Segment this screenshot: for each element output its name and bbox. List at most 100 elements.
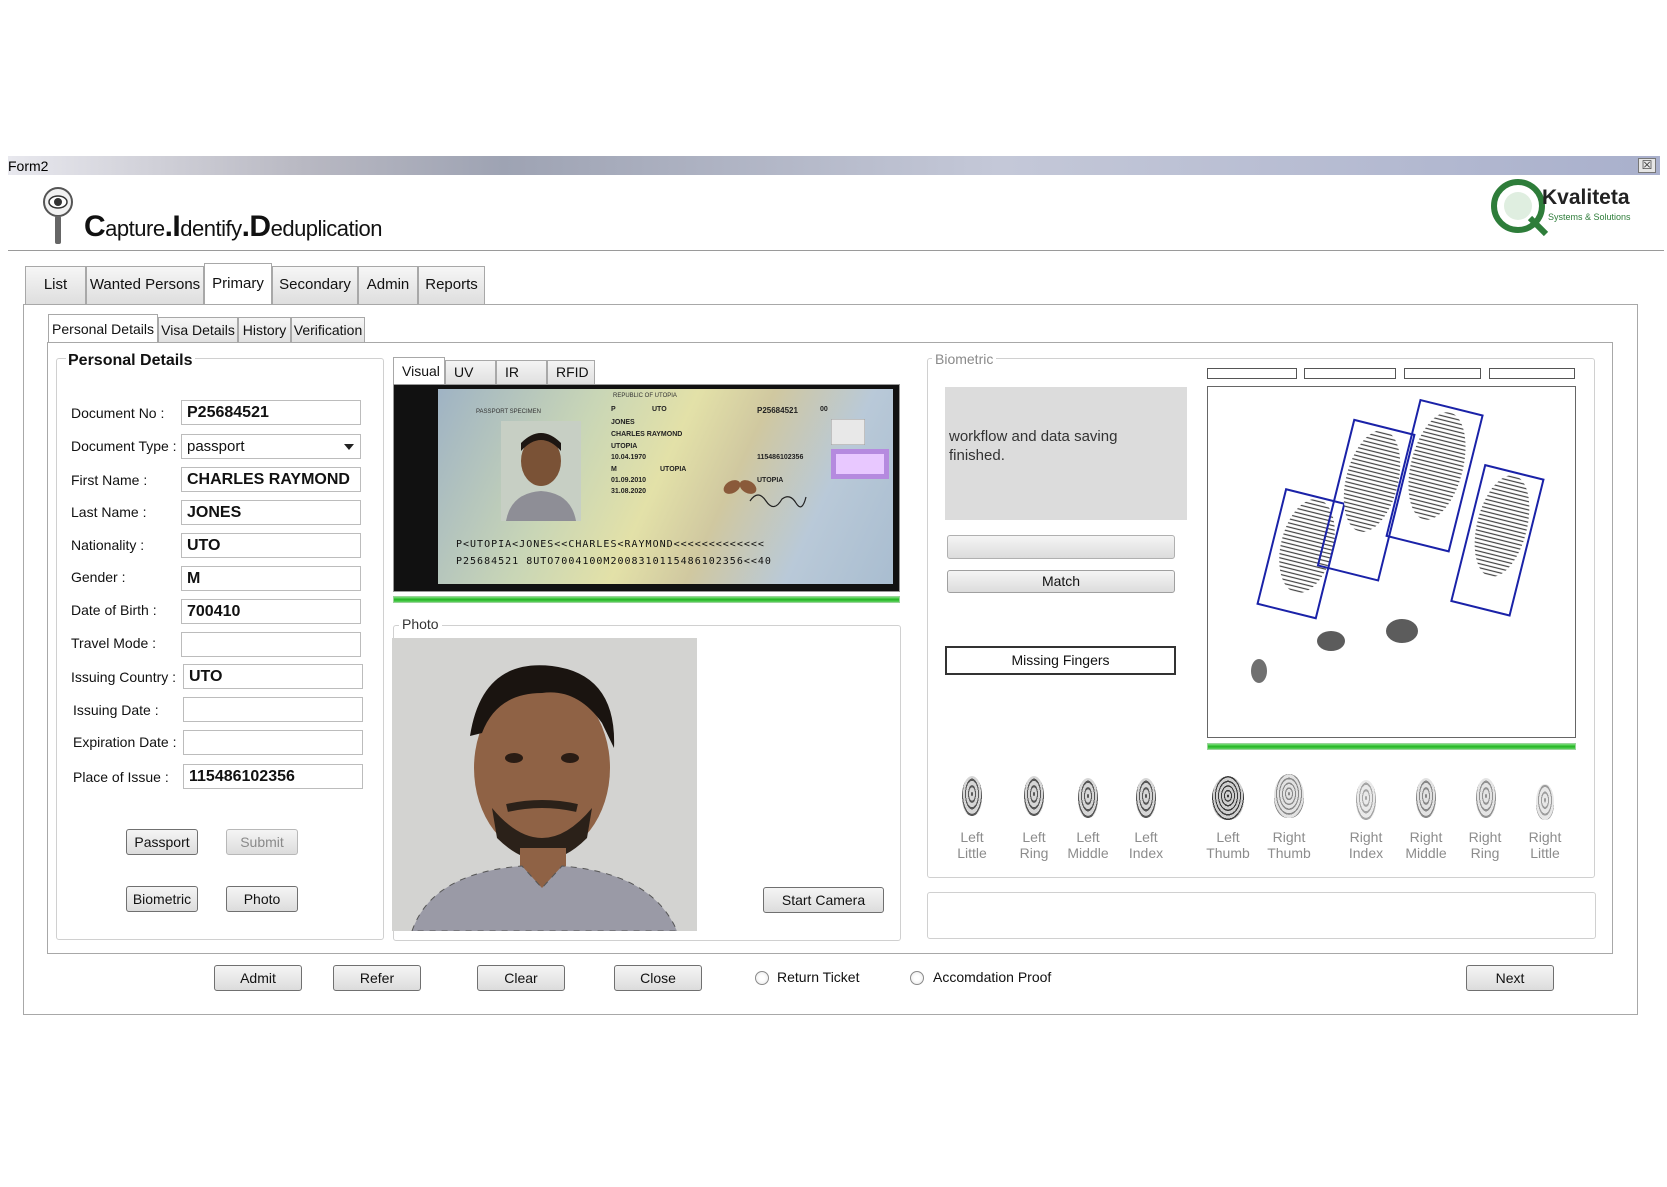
finger-label-right-thumb: Right Thumb (1267, 829, 1311, 861)
passport-image: REPUBLIC OF UTOPIA PASSPORT SPECIMEN P U… (393, 384, 900, 592)
window-titlebar: Form2 ☒ (8, 156, 1660, 175)
travel-mode-label: Travel Mode : (71, 635, 157, 651)
nationality-input[interactable]: UTO (181, 533, 361, 558)
place-of-issue-label: Place of Issue : (73, 769, 169, 785)
last-name-input[interactable]: JONES (181, 500, 361, 525)
slap-indicator-3 (1404, 368, 1481, 379)
biometric-status-text: workflow and data saving finished. (949, 428, 1118, 464)
finger-right-ring-image[interactable] (1476, 778, 1496, 818)
finger-right-thumb-image[interactable] (1274, 774, 1304, 818)
next-button[interactable]: Next (1466, 965, 1554, 991)
finger-label-left-thumb: Left Thumb (1206, 829, 1250, 861)
subtab-visa-details[interactable]: Visa Details (158, 317, 238, 343)
travel-mode-input[interactable] (181, 632, 361, 657)
clear-button[interactable]: Clear (477, 965, 565, 991)
missing-fingers-button[interactable]: Missing Fingers (945, 646, 1176, 675)
finger-left-ring-image[interactable] (1024, 776, 1044, 816)
place-of-issue-input[interactable]: 115486102356 (183, 764, 363, 789)
subtab-verification[interactable]: Verification (291, 317, 365, 343)
tab-primary[interactable]: Primary (204, 263, 272, 304)
accommodation-proof-radio[interactable] (910, 971, 924, 985)
first-name-input[interactable]: CHARLES RAYMOND (181, 467, 361, 492)
return-ticket-radio[interactable] (755, 971, 769, 985)
passport-holder-photo (501, 421, 581, 521)
finger-left-middle-image[interactable] (1078, 778, 1098, 818)
close-button[interactable]: Close (614, 965, 702, 991)
finger-left-thumb-image[interactable] (1212, 776, 1244, 820)
start-camera-button[interactable]: Start Camera (763, 887, 884, 913)
date-of-birth-input[interactable]: 700410 (181, 599, 361, 624)
match-button[interactable]: Match (947, 570, 1175, 593)
biometric-blank-field[interactable] (947, 535, 1175, 559)
app-title: Capture.Identify.Deduplication (84, 210, 383, 243)
tab-wanted-persons[interactable]: Wanted Persons (86, 266, 204, 304)
document-progress-bar (393, 596, 900, 603)
gender-input[interactable]: M (181, 566, 361, 591)
window-close-button[interactable]: ☒ (1638, 158, 1656, 173)
document-type-label: Document Type : (71, 438, 177, 454)
expiration-date-input[interactable] (183, 730, 363, 755)
first-name-label: First Name : (71, 472, 148, 488)
kvaliteta-q-icon (1491, 179, 1549, 237)
expiration-date-label: Expiration Date : (73, 734, 177, 750)
admit-button[interactable]: Admit (214, 965, 302, 991)
passport-signature (749, 494, 807, 508)
dropdown-arrow-icon (344, 444, 354, 450)
finger-label-right-middle: Right Middle (1405, 829, 1447, 861)
date-of-birth-label: Date of Birth : (71, 602, 157, 618)
finger-left-index-image[interactable] (1136, 778, 1156, 818)
tab-reports[interactable]: Reports (418, 266, 485, 304)
passport-mrz-line-1: P<UTOPIA<JONES<<CHARLES<RAYMOND<<<<<<<<<… (456, 539, 765, 550)
document-type-select[interactable]: passport (181, 434, 361, 459)
magnifier-eye-logo-icon (43, 187, 73, 244)
issuing-country-input[interactable]: UTO (183, 664, 363, 689)
finger-right-middle-image[interactable] (1416, 778, 1436, 818)
kvaliteta-logo: Kvaliteta Systems & Solutions (1490, 178, 1660, 238)
finger-right-little-image[interactable] (1536, 784, 1554, 820)
subtab-personal-details[interactable]: Personal Details (48, 314, 158, 343)
photo-button[interactable]: Photo (226, 886, 298, 912)
finger-right-index-image[interactable] (1356, 780, 1376, 820)
document-no-input[interactable]: P25684521 (181, 400, 361, 425)
accommodation-proof-label[interactable]: Accomdation Proof (933, 969, 1051, 985)
fingerprint-slap-image (1207, 386, 1576, 738)
tab-secondary[interactable]: Secondary (272, 266, 358, 304)
finger-label-right-index: Right Index (1348, 829, 1384, 861)
slap-indicator-1 (1207, 368, 1297, 379)
doc-tab-ir[interactable]: IR (496, 360, 547, 384)
passport-button[interactable]: Passport (126, 829, 198, 855)
slap-indicator-4 (1489, 368, 1575, 379)
finger-label-right-little: Right Little (1528, 829, 1562, 861)
tab-admin[interactable]: Admin (358, 266, 418, 304)
status-message-area (927, 892, 1596, 939)
personal-details-heading: Personal Details (66, 352, 195, 370)
subtab-history[interactable]: History (238, 317, 291, 343)
window-title: Form2 (8, 158, 49, 174)
document-no-label: Document No : (71, 405, 165, 421)
submit-button[interactable]: Submit (226, 829, 298, 855)
header-separator (8, 250, 1664, 251)
biometric-button[interactable]: Biometric (126, 886, 198, 912)
doc-tab-uv[interactable]: UV (445, 360, 496, 384)
return-ticket-label[interactable]: Return Ticket (777, 969, 859, 985)
issuing-date-label: Issuing Date : (73, 702, 159, 718)
nationality-label: Nationality : (71, 537, 145, 553)
document-type-value: passport (187, 438, 245, 455)
biometric-progress-bar (1207, 743, 1576, 750)
biometric-status-box: workflow and data saving finished. (945, 387, 1187, 520)
last-name-label: Last Name : (71, 504, 147, 520)
captured-face-photo (392, 638, 697, 931)
refer-button[interactable]: Refer (333, 965, 421, 991)
passport-emblem (831, 419, 865, 445)
doc-tab-rfid[interactable]: RFID (547, 360, 595, 384)
passport-hologram (831, 449, 889, 479)
finger-label-left-ring: Left Ring (1019, 829, 1049, 861)
issuing-date-input[interactable] (183, 697, 363, 722)
passport-mrz-line-2: P25684521 8UTO7004100M200831011548610235… (456, 556, 772, 567)
photo-group-label: Photo (399, 616, 442, 632)
passport-data-page: REPUBLIC OF UTOPIA PASSPORT SPECIMEN P U… (438, 389, 893, 584)
doc-tab-visual[interactable]: Visual (393, 357, 445, 384)
tab-list[interactable]: List (25, 266, 86, 304)
finger-label-left-index: Left Index (1128, 829, 1164, 861)
finger-left-little-image[interactable] (962, 776, 982, 816)
